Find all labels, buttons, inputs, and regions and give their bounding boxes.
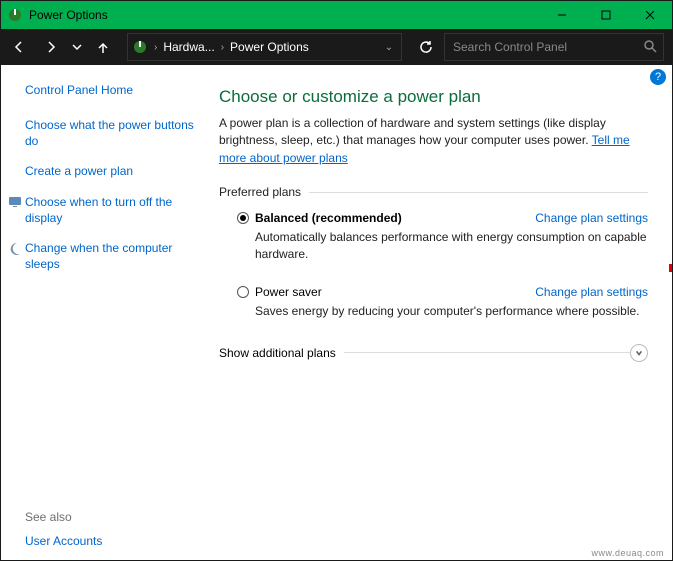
maximize-button[interactable] — [584, 1, 628, 29]
breadcrumb: Hardwa... › Power Options — [159, 40, 377, 54]
description-text: A power plan is a collection of hardware… — [219, 116, 606, 147]
watermark: www.deuaq.com — [591, 548, 664, 558]
divider — [344, 352, 630, 353]
page-description: A power plan is a collection of hardware… — [219, 115, 648, 167]
power-options-icon — [7, 7, 23, 23]
radio-balanced[interactable] — [237, 212, 249, 224]
sidebar: Control Panel Home Choose what the power… — [1, 65, 211, 560]
control-panel-home-link[interactable]: Control Panel Home — [25, 83, 199, 97]
moon-icon — [8, 241, 22, 255]
user-accounts-link[interactable]: User Accounts — [25, 534, 199, 548]
expander-label: Show additional plans — [219, 346, 336, 360]
search-input[interactable] — [451, 39, 643, 55]
plan-description: Automatically balances performance with … — [255, 229, 648, 263]
address-bar[interactable]: › Hardwa... › Power Options ⌄ — [127, 33, 402, 61]
search-icon[interactable] — [643, 39, 657, 56]
chevron-right-icon: › — [219, 42, 226, 53]
minimize-button[interactable] — [540, 1, 584, 29]
page-title: Choose or customize a power plan — [219, 87, 648, 107]
sidebar-item-label: Change when the computer sleeps — [25, 240, 199, 272]
plan-name: Balanced (recommended) — [255, 211, 402, 225]
breadcrumb-segment[interactable]: Power Options — [226, 40, 313, 54]
sidebar-link-turn-off-display[interactable]: Choose when to turn off the display — [8, 194, 199, 226]
help-icon[interactable]: ? — [650, 69, 666, 85]
sidebar-link-power-buttons[interactable]: Choose what the power buttons do — [25, 117, 199, 149]
close-button[interactable] — [628, 1, 672, 29]
plan-name: Power saver — [255, 285, 322, 299]
navigation-bar: › Hardwa... › Power Options ⌄ — [1, 29, 672, 65]
preferred-plans-label: Preferred plans — [219, 185, 648, 199]
radio-power-saver[interactable] — [237, 286, 249, 298]
see-also-label: See also — [25, 510, 199, 524]
titlebar-left: Power Options — [1, 7, 108, 23]
divider — [309, 192, 648, 193]
up-button[interactable] — [89, 33, 117, 61]
search-box[interactable] — [444, 33, 664, 61]
plan-balanced: Balanced (recommended) Change plan setti… — [219, 211, 648, 263]
back-button[interactable] — [5, 33, 33, 61]
display-icon — [8, 195, 22, 209]
main-panel: ? Choose or customize a power plan A pow… — [211, 65, 672, 560]
change-plan-settings-link[interactable]: Change plan settings — [535, 211, 648, 225]
content-area: Control Panel Home Choose what the power… — [1, 65, 672, 560]
power-options-icon — [128, 39, 152, 55]
breadcrumb-segment[interactable]: Hardwa... — [159, 40, 218, 54]
show-additional-plans[interactable]: Show additional plans — [219, 344, 648, 362]
forward-button[interactable] — [37, 33, 65, 61]
address-dropdown[interactable]: ⌄ — [377, 42, 401, 53]
window-controls — [540, 1, 672, 29]
chevron-down-icon — [630, 344, 648, 362]
section-label-text: Preferred plans — [219, 185, 301, 199]
change-plan-settings-link[interactable]: Change plan settings — [535, 285, 648, 299]
refresh-button[interactable] — [412, 33, 440, 61]
control-panel-window: Power Options › Hardwa... › Power Option… — [0, 0, 673, 561]
window-title: Power Options — [29, 8, 108, 22]
sidebar-link-computer-sleeps[interactable]: Change when the computer sleeps — [8, 240, 199, 272]
sidebar-item-label: Choose when to turn off the display — [25, 194, 199, 226]
recent-dropdown[interactable] — [69, 33, 85, 61]
titlebar: Power Options — [1, 1, 672, 29]
sidebar-link-create-plan[interactable]: Create a power plan — [25, 163, 199, 179]
plan-description: Saves energy by reducing your computer's… — [255, 303, 648, 320]
chevron-right-icon: › — [152, 42, 159, 53]
plan-power-saver: Power saver Change plan settings Saves e… — [219, 285, 648, 320]
annotation-arrow — [669, 264, 672, 272]
